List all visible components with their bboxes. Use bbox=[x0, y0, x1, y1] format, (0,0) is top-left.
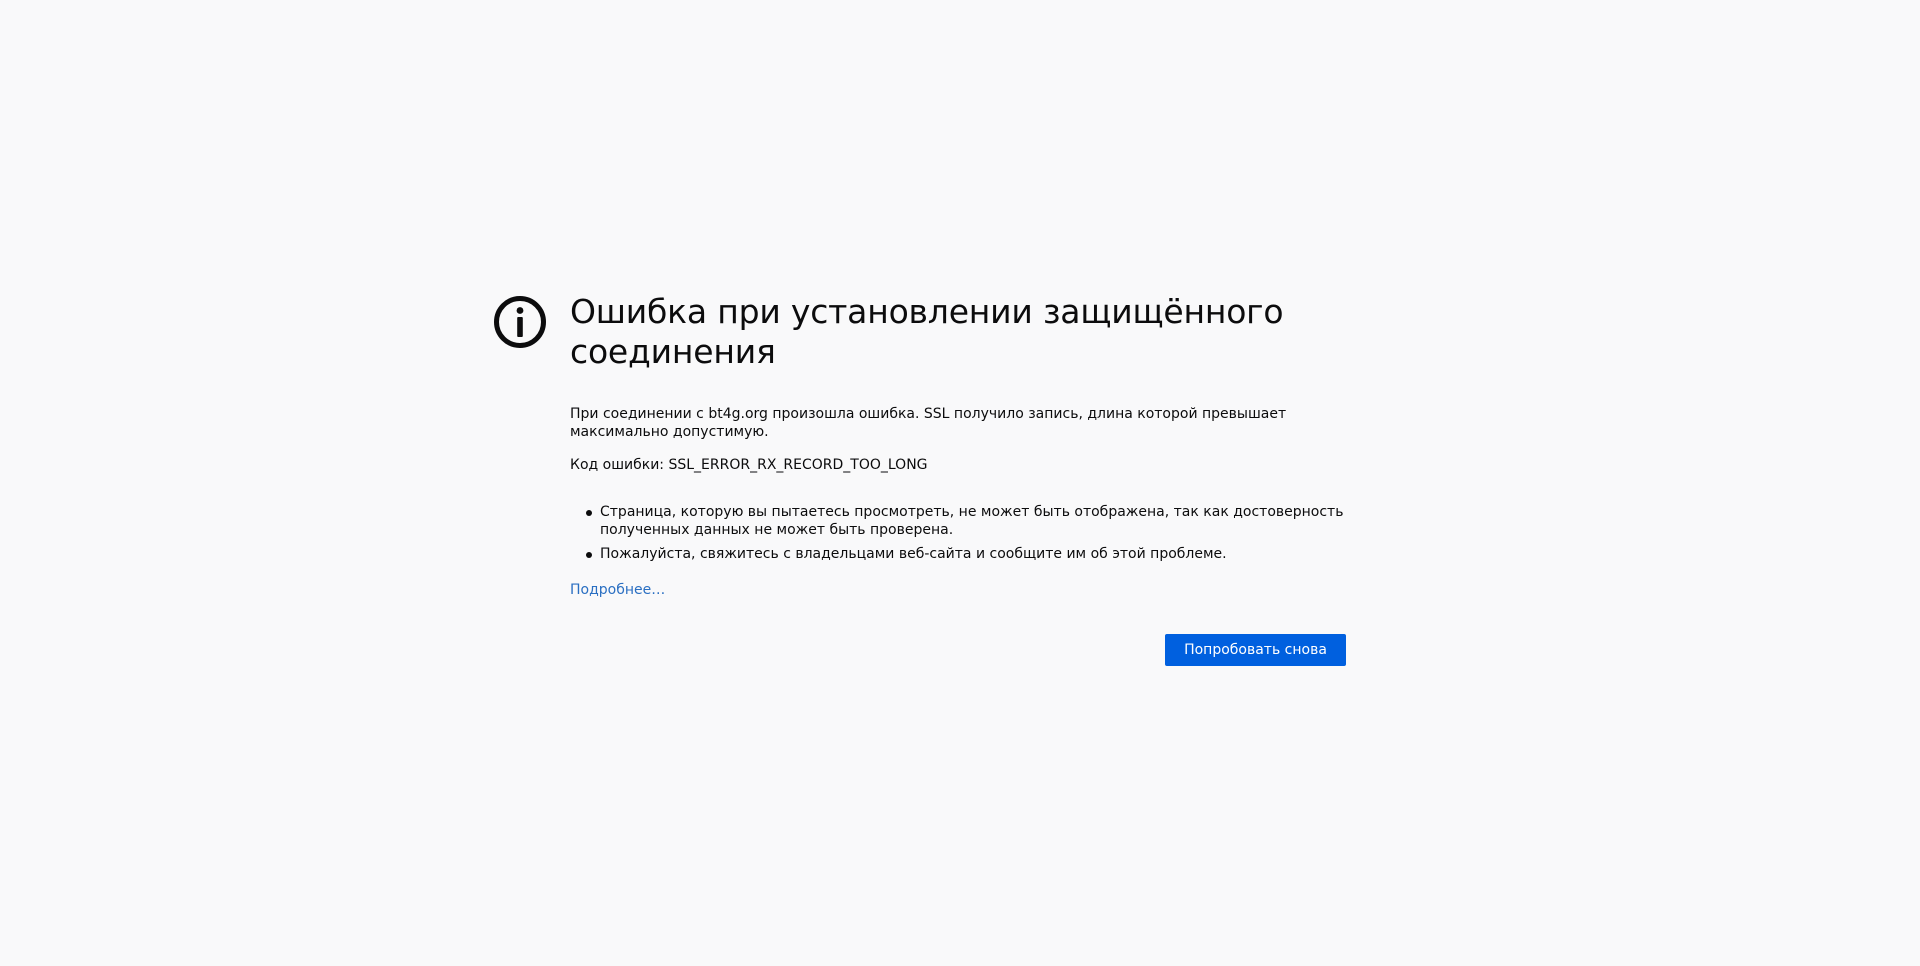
learn-more-link[interactable]: Подробнее… bbox=[570, 581, 665, 599]
bullet-icon bbox=[586, 510, 592, 516]
error-content: Ошибка при установлении защищённого соед… bbox=[570, 292, 1346, 598]
error-page: Ошибка при установлении защищённого соед… bbox=[0, 0, 1920, 966]
info-icon bbox=[494, 296, 546, 348]
try-again-button[interactable]: Попробовать снова bbox=[1165, 634, 1346, 666]
page-title: Ошибка при установлении защищённого соед… bbox=[570, 292, 1284, 371]
error-advice-list: Страница, которую вы пытаетесь просмотре… bbox=[570, 503, 1346, 569]
list-item: Пожалуйста, свяжитесь с владельцами веб-… bbox=[570, 545, 1346, 563]
list-item: Страница, которую вы пытаетесь просмотре… bbox=[570, 503, 1346, 539]
list-item-text: Страница, которую вы пытаетесь просмотре… bbox=[600, 504, 1344, 538]
error-code: Код ошибки: SSL_ERROR_RX_RECORD_TOO_LONG bbox=[570, 457, 928, 473]
bullet-icon bbox=[586, 552, 592, 558]
error-description: При соединении с bt4g.org произошла ошиб… bbox=[570, 406, 1287, 440]
list-item-text: Пожалуйста, свяжитесь с владельцами веб-… bbox=[600, 546, 1227, 562]
